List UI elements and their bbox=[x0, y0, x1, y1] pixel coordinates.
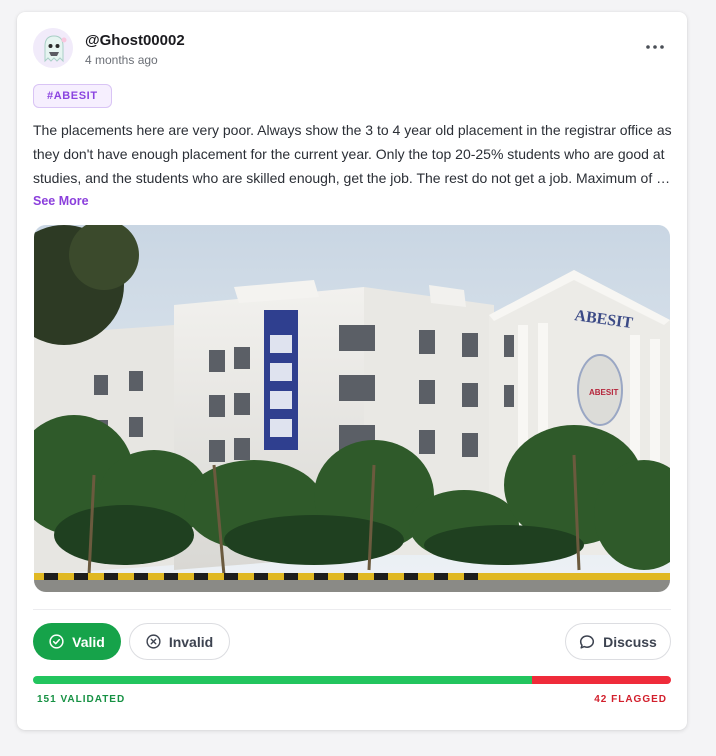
validated-count: 151 VALIDATED bbox=[37, 694, 126, 705]
ghost-icon bbox=[33, 28, 73, 68]
see-more-link[interactable]: See More bbox=[33, 194, 89, 208]
discuss-button[interactable]: Discuss bbox=[565, 623, 671, 660]
post-image[interactable]: ABESIT ABESIT bbox=[34, 225, 670, 592]
post-card: @Ghost00002 4 months ago #ABESIT The pla… bbox=[17, 12, 687, 730]
x-circle-icon bbox=[146, 634, 161, 649]
invalid-label: Invalid bbox=[168, 633, 214, 650]
invalid-button[interactable]: Invalid bbox=[129, 623, 230, 660]
hashtag-badge[interactable]: #ABESIT bbox=[33, 84, 112, 108]
flagged-count: 42 FLAGGED bbox=[594, 694, 667, 705]
more-options-button[interactable] bbox=[643, 38, 667, 56]
discuss-label: Discuss bbox=[603, 633, 657, 650]
check-circle-icon bbox=[49, 634, 64, 649]
validated-fill bbox=[33, 676, 533, 684]
more-horizontal-icon bbox=[646, 45, 664, 49]
valid-label: Valid bbox=[72, 633, 105, 650]
validation-progress-bar bbox=[33, 676, 671, 684]
post-body: The placements here are very poor. Alway… bbox=[33, 122, 672, 186]
campus-building-photo: ABESIT ABESIT bbox=[34, 225, 670, 592]
post-timestamp: 4 months ago bbox=[85, 53, 158, 67]
username[interactable]: @Ghost00002 bbox=[85, 32, 185, 49]
banner-text: ABESIT bbox=[589, 388, 618, 397]
ghost-avatar[interactable] bbox=[33, 28, 73, 68]
valid-button[interactable]: Valid bbox=[33, 623, 121, 660]
chat-bubble-icon bbox=[579, 634, 595, 650]
flagged-fill bbox=[532, 676, 671, 684]
divider bbox=[33, 609, 671, 610]
